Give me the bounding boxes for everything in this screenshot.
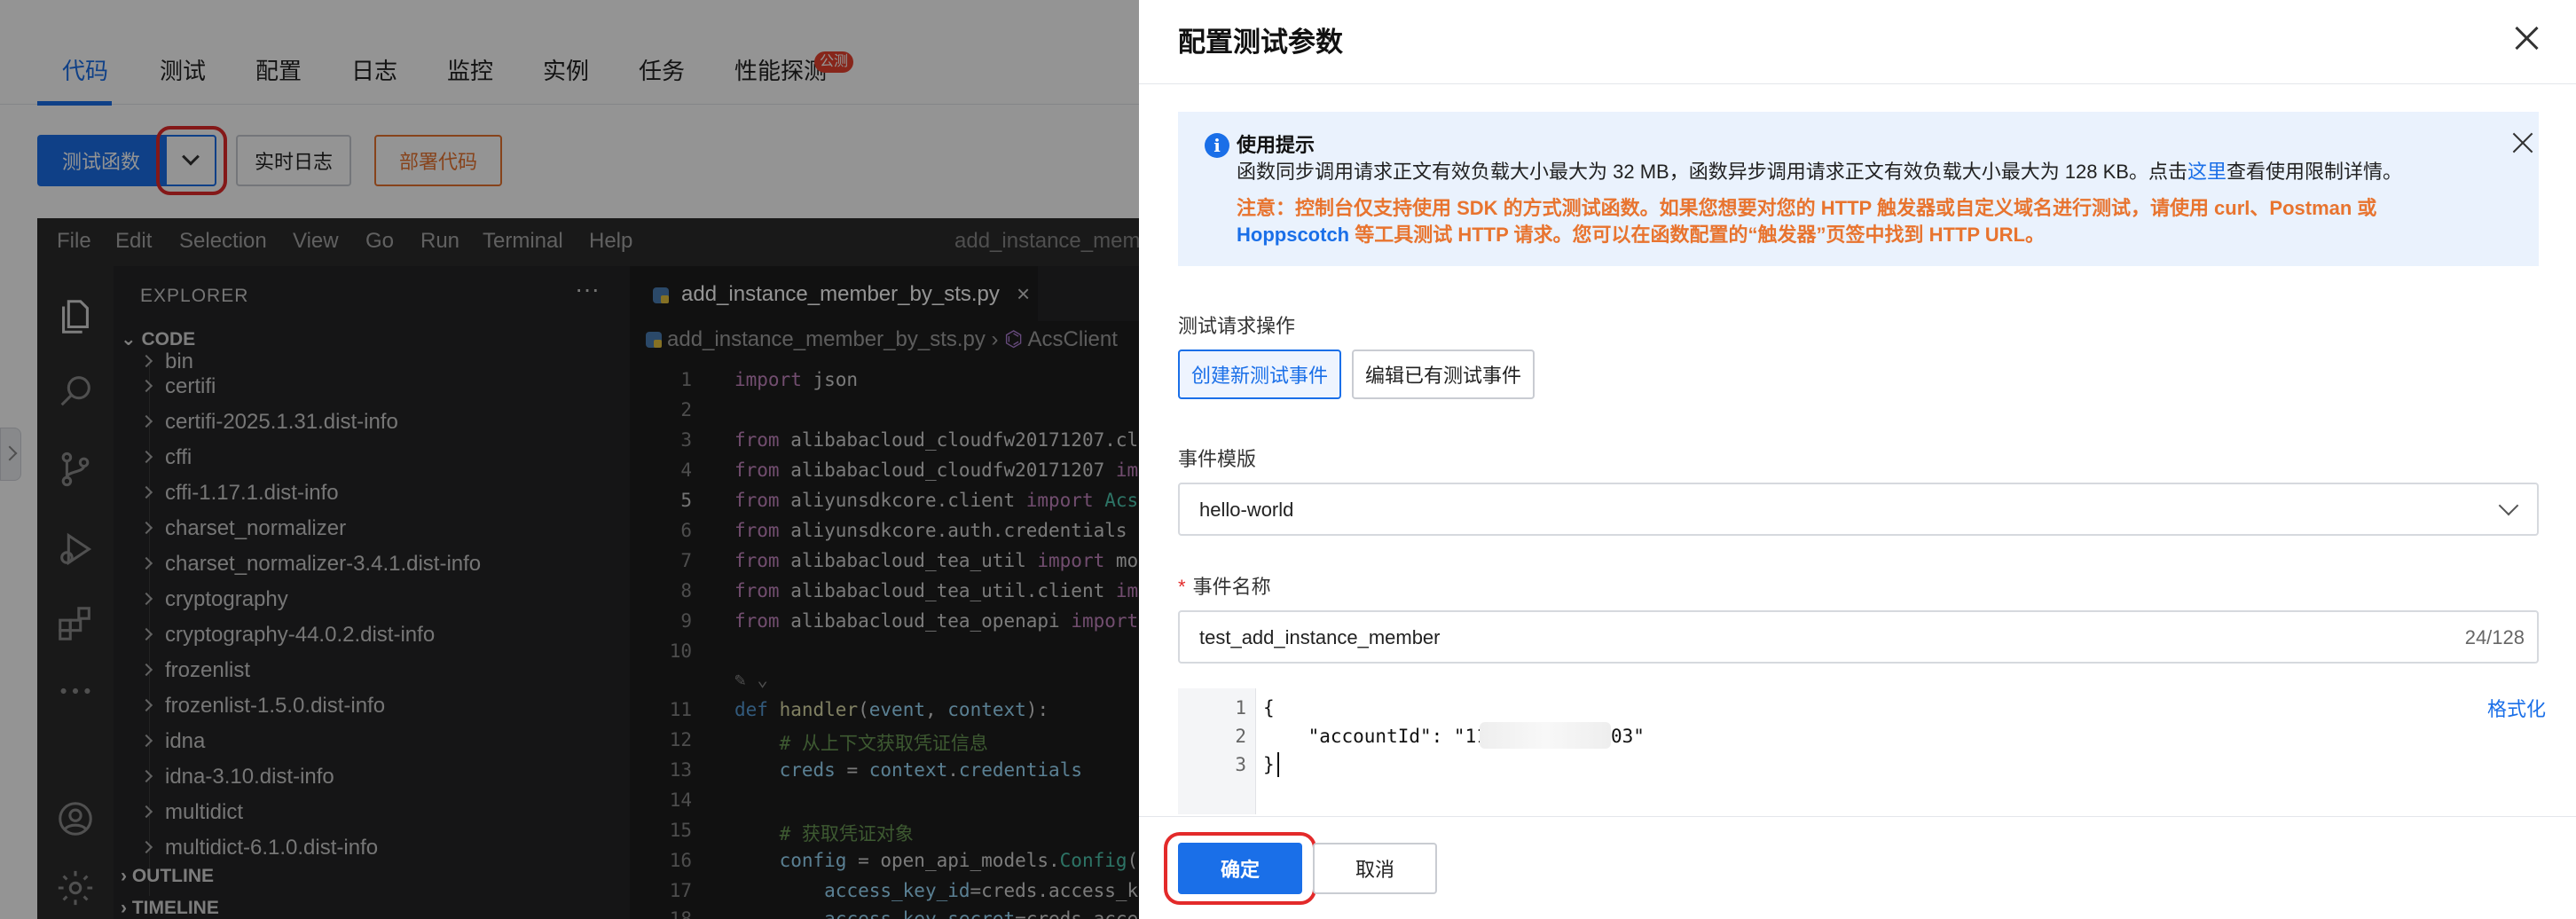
event-name-label-text: 事件名称 (1192, 576, 1271, 598)
tip-text: 函数同步调用请求正文有效负载大小最大为 32 MB，函数异步调用请求正文有效负载… (1237, 161, 2187, 183)
template-selected-value: hello-world (1199, 499, 1294, 521)
tip-text: 查看使用限制详情。 (2227, 161, 2403, 183)
footer-divider (1139, 816, 2576, 817)
drawer-title: 配置测试参数 (1178, 27, 1343, 58)
function-console: 代码 测试 配置 日志 监控 实例 任务 性能探测 公测 测试函数 实时日志 部… (0, 0, 1139, 919)
json-line: "accountId": "11 (1263, 726, 1488, 747)
char-counter: 24/128 (2464, 626, 2525, 648)
tip-warning-text: 注意：控制台仅支持使用 SDK 的方式测试函数。如果您想要对您的 HTTP 触发… (1237, 195, 2478, 248)
event-json-editor[interactable]: 1 2 3 { "accountId": "11 03" } 格式化 (1178, 688, 2546, 814)
event-template-select[interactable]: hello-world (1178, 483, 2539, 536)
close-icon[interactable] (2510, 130, 2537, 156)
json-line: } (1263, 754, 1275, 775)
tip-title: 使用提示 (1237, 134, 1315, 156)
text-cursor (1277, 752, 1279, 777)
edit-existing-event-button[interactable]: 编辑已有测试事件 (1352, 350, 1535, 399)
warning-text: 注意：控制台仅支持使用 SDK 的方式测试函数。如果您想要对您的 HTTP 触发… (1237, 197, 2377, 219)
event-name-label: * 事件名称 (1178, 571, 1271, 600)
highlight-ring (1164, 832, 1316, 905)
usage-tip-alert: i 使用提示 函数同步调用请求正文有效负载大小最大为 32 MB，函数异步调用请… (1178, 112, 2539, 266)
line-number: 2 (1235, 726, 1246, 747)
tip-limits-text: 函数同步调用请求正文有效负载大小最大为 32 MB，函数异步调用请求正文有效负载… (1237, 156, 2402, 185)
test-config-drawer: 配置测试参数 i 使用提示 函数同步调用请求正文有效负载大小最大为 32 MB，… (1139, 0, 2576, 919)
header-divider (1139, 83, 2576, 84)
json-line-end: 03" (1611, 726, 1645, 747)
line-number: 1 (1235, 697, 1246, 719)
cancel-button[interactable]: 取消 (1313, 843, 1437, 894)
required-marker: * (1178, 576, 1186, 598)
format-json-button[interactable]: 格式化 (2487, 694, 2546, 722)
template-label: 事件模版 (1178, 448, 1257, 470)
chevron-down-icon (2498, 495, 2519, 516)
json-line: { (1263, 697, 1275, 719)
event-name-input[interactable]: test_add_instance_member 24/128 (1178, 610, 2539, 664)
hoppscotch-link[interactable]: Hoppscotch (1237, 224, 1349, 246)
modal-backdrop[interactable] (0, 0, 1139, 919)
request-op-label: 测试请求操作 (1178, 315, 1296, 337)
limits-link[interactable]: 这里 (2187, 161, 2227, 183)
redacted-value (1480, 722, 1611, 749)
line-number: 3 (1235, 754, 1246, 775)
event-name-value: test_add_instance_member (1199, 626, 1441, 648)
json-line-gutter: 1 2 3 (1178, 688, 1256, 814)
close-icon[interactable] (2512, 23, 2542, 53)
info-icon: i (1205, 133, 1229, 158)
warning-text: 等工具测试 HTTP 请求。您可以在函数配置的“触发器”页签中找到 HTTP U… (1349, 224, 2045, 246)
create-new-event-button[interactable]: 创建新测试事件 (1178, 350, 1341, 399)
